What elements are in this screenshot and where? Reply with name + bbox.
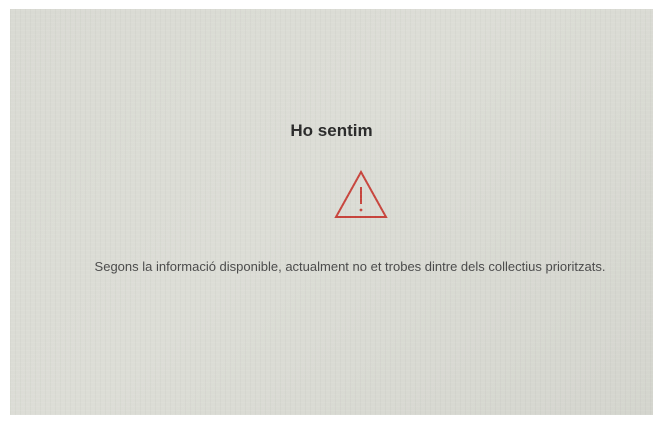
- screen: Ho sentim Segons la informació disponibl…: [10, 9, 653, 415]
- photo-frame: Ho sentim Segons la informació disponibl…: [0, 0, 661, 421]
- page-title: Ho sentim: [290, 121, 373, 140]
- error-message: Segons la informació disponible, actualm…: [94, 259, 606, 274]
- warning-triangle-icon: [334, 170, 388, 218]
